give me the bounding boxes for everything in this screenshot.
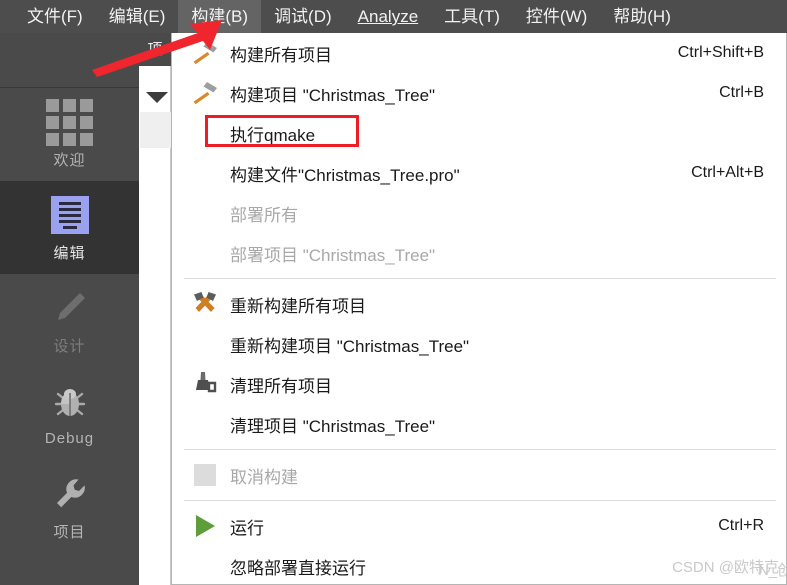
- menu-separator-2: [184, 449, 776, 450]
- sidebar-top-spacer: [0, 33, 139, 88]
- menubar-item-help[interactable]: 帮助(H): [600, 0, 684, 33]
- chevron-down-icon[interactable]: [146, 92, 168, 103]
- menu-item-clean-all-projects[interactable]: 清理所有项目: [172, 364, 786, 404]
- menubar-item-widgets-label: 控件(W): [525, 7, 588, 26]
- document-lines-icon: [50, 192, 89, 238]
- menu-item-build-file-shortcut: Ctrl+Alt+B: [691, 164, 764, 181]
- menubar-item-analyze[interactable]: Analyze: [345, 0, 431, 33]
- menu-item-build-project-label: 构建项目 "Christmas_Tree": [230, 85, 436, 105]
- no-icon: [186, 118, 224, 148]
- sidebar-item-projects-label: 项目: [53, 524, 86, 541]
- menu-item-build-project[interactable]: 构建项目 "Christmas_Tree" Ctrl+B: [172, 73, 786, 113]
- menu-item-rebuild-project-label: 重新构建项目 "Christmas_Tree": [230, 336, 470, 356]
- menu-separator-3: [184, 500, 776, 501]
- menubar-item-tools-label: 工具(T): [444, 7, 500, 26]
- menu-item-build-project-shortcut: Ctrl+B: [719, 84, 764, 101]
- hammer-icon: [186, 38, 224, 68]
- menu-item-cancel-build: 取消构建: [172, 455, 786, 495]
- play-icon: [186, 511, 224, 541]
- sidebar-item-debug[interactable]: Debug: [0, 367, 139, 460]
- menubar-item-file[interactable]: 文件(F): [14, 0, 96, 33]
- menu-item-build-file[interactable]: 构建文件"Christmas_Tree.pro" Ctrl+Alt+B: [172, 153, 786, 193]
- menu-separator-1: [184, 278, 776, 279]
- no-icon: [186, 409, 224, 439]
- no-icon: [186, 158, 224, 188]
- menu-item-rebuild-project[interactable]: 重新构建项目 "Christmas_Tree": [172, 324, 786, 364]
- project-tree-selected-row: [140, 112, 171, 148]
- menu-item-run-label: 运行: [230, 518, 264, 538]
- menu-item-deploy-all: 部署所有: [172, 193, 786, 233]
- menu-item-build-all-projects-label: 构建所有项目: [230, 45, 332, 65]
- sidebar-item-design-label: 设计: [53, 338, 86, 355]
- menu-item-clean-project-label: 清理项目 "Christmas_Tree": [230, 416, 436, 436]
- menubar-item-widgets[interactable]: 控件(W): [513, 0, 600, 33]
- menu-item-clean-project[interactable]: 清理项目 "Christmas_Tree": [172, 404, 786, 444]
- no-icon: [186, 238, 224, 268]
- sidebar-item-debug-label: Debug: [44, 430, 95, 447]
- pencil-icon: [49, 285, 91, 331]
- bug-icon: [49, 380, 91, 426]
- menu-item-deploy-project-label: 部署项目 "Christmas_Tree": [230, 245, 436, 265]
- sidebar-item-edit-label: 编辑: [53, 245, 86, 262]
- menubar-item-edit-label: 编辑(E): [108, 7, 166, 26]
- menu-item-run[interactable]: 运行 Ctrl+R: [172, 506, 786, 546]
- project-tree-header-label: 项: [139, 33, 171, 66]
- broom-icon: [186, 369, 224, 399]
- menu-item-run-without-deploy-label: 忽略部署直接运行: [230, 558, 366, 578]
- menubar-item-tools[interactable]: 工具(T): [431, 0, 513, 33]
- wrench-icon: [49, 471, 91, 517]
- menu-item-rebuild-all-projects[interactable]: 重新构建所有项目: [172, 284, 786, 324]
- menu-item-deploy-all-label: 部署所有: [230, 205, 298, 225]
- sidebar-item-welcome[interactable]: 欢迎: [0, 88, 139, 181]
- sidebar-item-edit[interactable]: 编辑: [0, 181, 139, 274]
- menu-item-run-without-deploy[interactable]: 忽略部署直接运行: [172, 546, 786, 585]
- menu-item-run-qmake[interactable]: 执行qmake: [172, 113, 786, 153]
- no-icon: [186, 198, 224, 228]
- menu-item-cancel-build-label: 取消构建: [230, 467, 298, 487]
- menu-item-run-shortcut: Ctrl+R: [718, 517, 764, 534]
- sidebar-item-design[interactable]: 设计: [0, 274, 139, 367]
- menubar-item-file-label: 文件(F): [27, 7, 83, 26]
- menubar-item-help-label: 帮助(H): [613, 7, 671, 26]
- grid-icon: [46, 98, 93, 146]
- menubar-item-build-label: 构建(B): [191, 7, 249, 26]
- mode-sidebar: 欢迎 编辑 设计 Debug 项目: [0, 33, 139, 585]
- menubar-item-edit[interactable]: 编辑(E): [96, 0, 179, 33]
- menu-item-run-qmake-label: 执行qmake: [230, 125, 316, 145]
- build-menu-popup: 构建所有项目 Ctrl+Shift+B 构建项目 "Christmas_Tree…: [171, 33, 787, 585]
- sidebar-item-projects[interactable]: 项目: [0, 460, 139, 553]
- menubar-item-analyze-label: Analyze: [357, 7, 419, 26]
- no-icon: [186, 329, 224, 359]
- no-icon: [186, 551, 224, 581]
- menu-item-deploy-project: 部署项目 "Christmas_Tree": [172, 233, 786, 273]
- menu-item-build-all-projects[interactable]: 构建所有项目 Ctrl+Shift+B: [172, 33, 786, 73]
- menu-item-build-all-projects-shortcut: Ctrl+Shift+B: [677, 44, 764, 61]
- menubar-item-debug[interactable]: 调试(D): [261, 0, 345, 33]
- menubar-item-build[interactable]: 构建(B): [178, 0, 262, 33]
- crossed-hammers-icon: [186, 289, 224, 319]
- menu-item-build-file-label: 构建文件"Christmas_Tree.pro": [230, 165, 460, 185]
- hammer-icon: [186, 78, 224, 108]
- menu-item-rebuild-all-projects-label: 重新构建所有项目: [230, 296, 366, 316]
- menu-bar: 文件(F) 编辑(E) 构建(B) 调试(D) Analyze 工具(T) 控件…: [0, 0, 787, 33]
- menu-item-clean-all-projects-label: 清理所有项目: [230, 376, 332, 396]
- menubar-item-debug-label: 调试(D): [274, 7, 332, 26]
- sidebar-item-welcome-label: 欢迎: [53, 152, 86, 169]
- stop-square-icon: [186, 460, 224, 490]
